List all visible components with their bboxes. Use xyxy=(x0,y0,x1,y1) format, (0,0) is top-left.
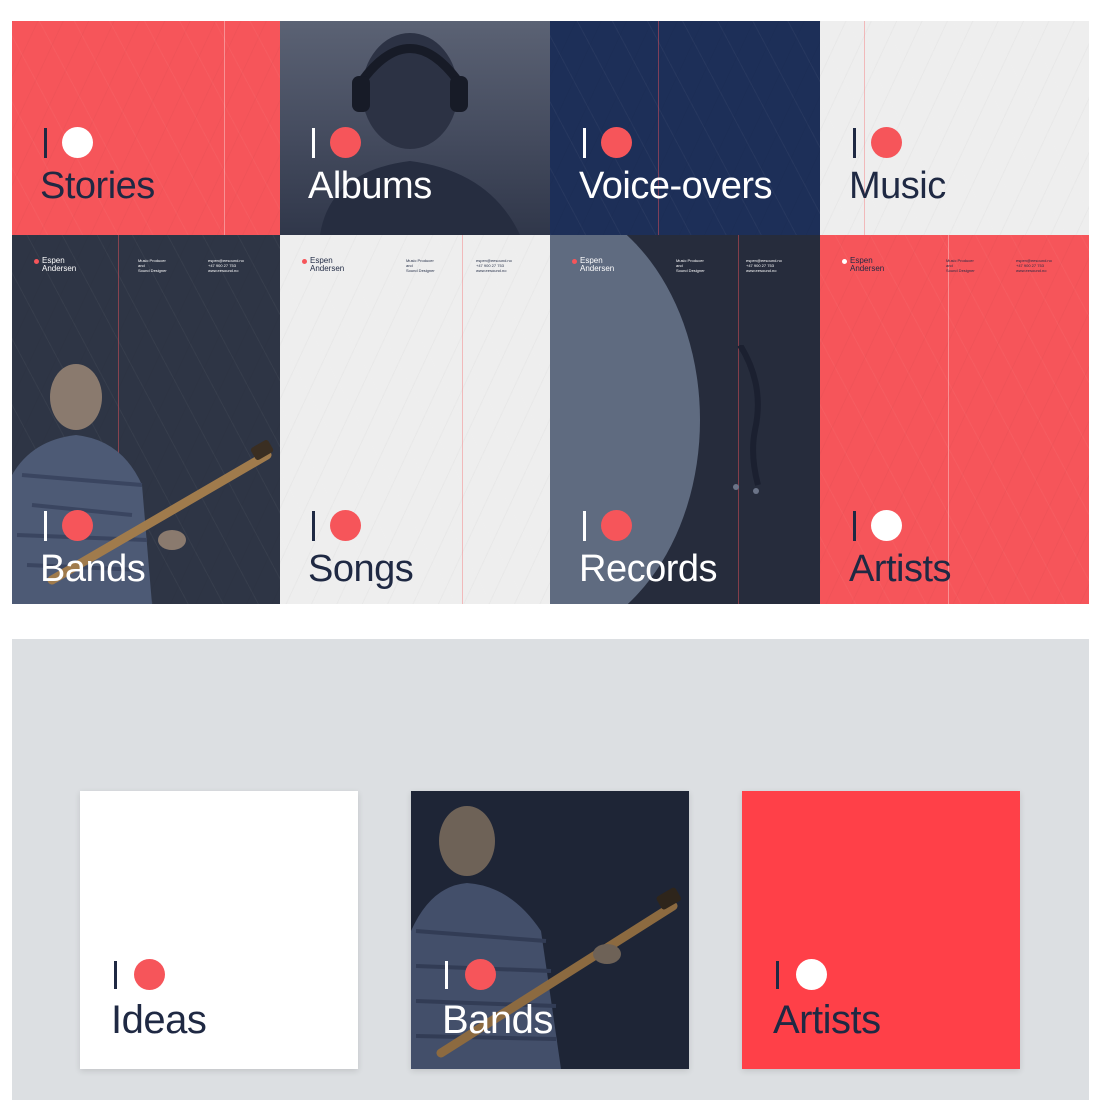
role-text: Music Producer and Sound Designer xyxy=(676,258,705,273)
heart-dot-icon xyxy=(871,127,902,158)
heart-dot-icon xyxy=(330,127,361,158)
slogan-word: Bands xyxy=(40,548,146,590)
slogan-word: Artists xyxy=(773,998,881,1042)
brand-name: Espen Andersen xyxy=(42,256,77,273)
poster-artists: Espen Andersen Music Producer and Sound … xyxy=(820,235,1089,604)
guide-line xyxy=(224,21,225,235)
i-letter xyxy=(583,128,586,158)
heart-dot-icon xyxy=(601,127,632,158)
guide-line xyxy=(462,235,463,604)
tile-stories: Stories xyxy=(12,21,280,235)
slogan-word: Music xyxy=(849,165,946,207)
i-letter xyxy=(583,511,586,541)
i-letter xyxy=(312,128,315,158)
contact-text: espen@eesound.no +47 900 27 753 www.eeso… xyxy=(1016,258,1052,273)
i-letter xyxy=(776,961,779,989)
card-artists: Artists xyxy=(742,791,1020,1069)
tile-albums: Albums xyxy=(280,21,550,235)
brand-name: Espen Andersen xyxy=(850,256,885,273)
tonearm-icon xyxy=(733,345,761,494)
contact-text: espen@eesound.no +47 900 27 753 www.eeso… xyxy=(746,258,782,273)
heart-dot-icon xyxy=(62,510,93,541)
role-text: Music Producer and Sound Designer xyxy=(406,258,435,273)
brand-name: Espen Andersen xyxy=(310,256,345,273)
slogan-word: Ideas xyxy=(111,998,207,1042)
i-letter xyxy=(114,961,117,989)
slogan-word: Stories xyxy=(40,165,155,207)
brand-name: Espen Andersen xyxy=(580,256,615,273)
poster-bands: Espen Andersen Music Producer and Sound … xyxy=(12,235,280,604)
brand-dot-icon xyxy=(572,259,577,264)
heart-dot-icon xyxy=(796,959,827,990)
heart-dot-icon xyxy=(871,510,902,541)
slogan-word: Voice-overs xyxy=(579,165,773,207)
i-letter xyxy=(445,961,448,989)
heart-dot-icon xyxy=(330,510,361,541)
brand-dot-icon xyxy=(34,259,39,264)
brand-dot-icon xyxy=(302,259,307,264)
card-ideas: Ideas xyxy=(80,791,358,1069)
poster-header: Espen Andersen Music Producer and Sound … xyxy=(572,257,810,281)
card-bands: Bands xyxy=(411,791,689,1069)
tile-voice-overs: Voice-overs xyxy=(550,21,820,235)
poster-records: Espen Andersen Music Producer and Sound … xyxy=(550,235,820,604)
contact-text: espen@eesound.no +47 900 27 753 www.eeso… xyxy=(476,258,512,273)
poster-header: Espen Andersen Music Producer and Sound … xyxy=(302,257,540,281)
i-letter xyxy=(312,511,315,541)
role-text: Music Producer and Sound Designer xyxy=(138,258,167,273)
role-text: Music Producer and Sound Designer xyxy=(946,258,975,273)
slogan-word: Albums xyxy=(308,165,432,207)
i-letter xyxy=(853,128,856,158)
tile-music: Music xyxy=(820,21,1089,235)
poster-header: Espen Andersen Music Producer and Sound … xyxy=(842,257,1079,281)
poster-songs: Espen Andersen Music Producer and Sound … xyxy=(280,235,550,604)
contact-text: espen@eesound.no +47 900 27 753 www.eeso… xyxy=(208,258,244,273)
i-letter xyxy=(44,128,47,158)
heart-dot-icon xyxy=(134,959,165,990)
slogan-word: Songs xyxy=(308,548,414,590)
slogan-word: Records xyxy=(579,548,718,590)
poster-header: Espen Andersen Music Producer and Sound … xyxy=(34,257,270,281)
i-letter xyxy=(853,511,856,541)
heart-dot-icon xyxy=(62,127,93,158)
i-letter xyxy=(44,511,47,541)
slogan-word: Artists xyxy=(849,548,952,590)
brand-dot-icon xyxy=(842,259,847,264)
heart-dot-icon xyxy=(601,510,632,541)
heart-dot-icon xyxy=(465,959,496,990)
slogan-word: Bands xyxy=(442,998,553,1042)
